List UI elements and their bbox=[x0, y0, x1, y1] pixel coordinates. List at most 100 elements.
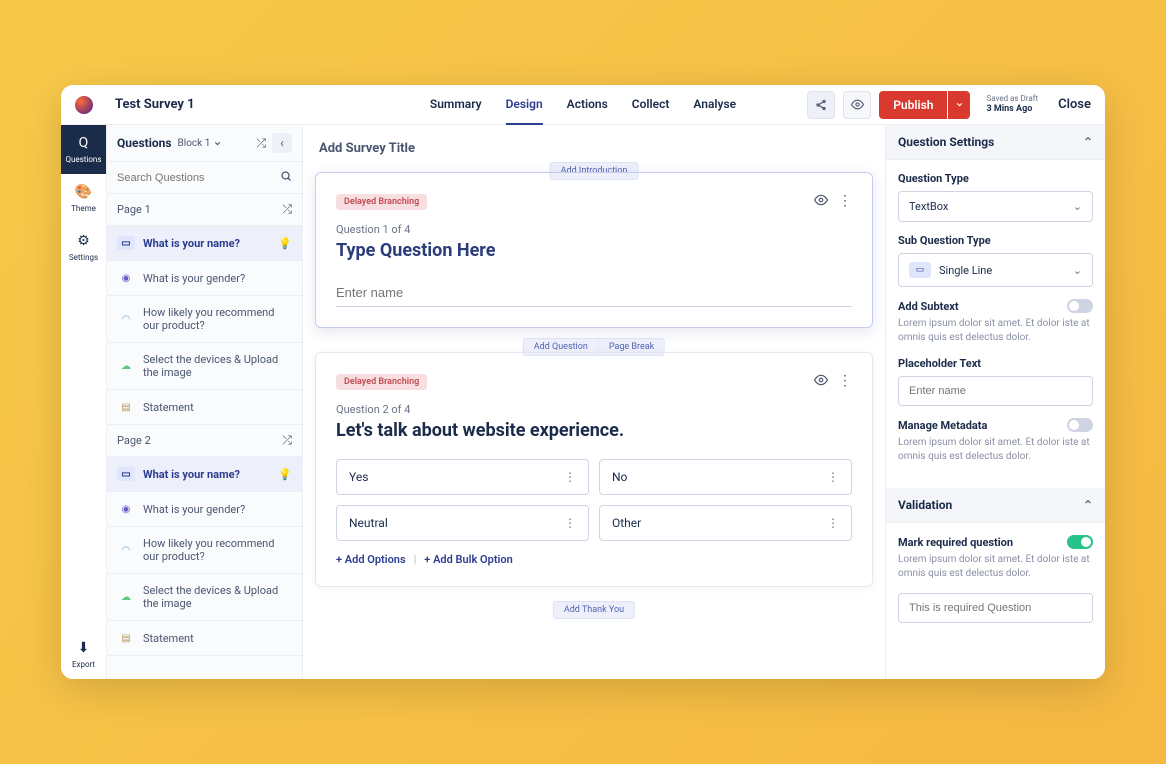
settings-header[interactable]: Question Settings ⌃ bbox=[886, 125, 1105, 160]
question-card-2[interactable]: Delayed Branching ⋮ Question 2 of 4 Let'… bbox=[315, 352, 873, 587]
chevron-down-icon: ⌄ bbox=[1073, 200, 1082, 213]
qtype-select[interactable]: TextBox ⌄ bbox=[898, 191, 1093, 222]
close-button[interactable]: Close bbox=[1058, 97, 1091, 112]
question-number: Question 2 of 4 bbox=[336, 403, 852, 416]
statement-icon: ▤ bbox=[117, 400, 135, 414]
metadata-toggle[interactable] bbox=[1067, 418, 1093, 432]
app-logo bbox=[75, 96, 93, 114]
shuffle-icon[interactable]: ⤮ bbox=[256, 136, 266, 151]
radio-icon: ◉ bbox=[117, 271, 135, 285]
option-item[interactable]: Neutral⋮ bbox=[336, 505, 589, 541]
question-item[interactable]: ◠ How likely you recommend our product? bbox=[107, 296, 302, 343]
eye-icon bbox=[814, 373, 828, 387]
header-actions: Publish Saved as Draft 3 Mins Ago Close bbox=[807, 91, 1091, 119]
collapse-sidebar[interactable]: ‹ bbox=[272, 133, 292, 153]
body: Q Questions 🎨 Theme ⚙ Settings ⬇ Export … bbox=[61, 125, 1105, 679]
survey-title-input[interactable]: Add Survey Title bbox=[319, 141, 869, 156]
question-item[interactable]: ◉ What is your gender? bbox=[107, 492, 302, 527]
option-menu[interactable]: ⋮ bbox=[827, 516, 839, 530]
bulb-icon: 💡 bbox=[278, 237, 292, 250]
question-item[interactable]: ☁ Select the devices & Upload the image bbox=[107, 343, 302, 390]
block-dropdown[interactable]: Block 1 bbox=[178, 138, 223, 149]
questions-icon: Q bbox=[79, 135, 89, 151]
preview-question[interactable] bbox=[814, 373, 828, 391]
rail-theme[interactable]: 🎨 Theme bbox=[61, 174, 106, 223]
required-toggle[interactable] bbox=[1067, 535, 1093, 549]
question-item[interactable]: ▤ Statement bbox=[107, 390, 302, 425]
chevron-down-icon: ⌄ bbox=[1073, 264, 1082, 277]
tab-design[interactable]: Design bbox=[506, 85, 543, 125]
question-number: Question 1 of 4 bbox=[336, 223, 852, 236]
rail-questions[interactable]: Q Questions bbox=[61, 125, 106, 174]
add-bulk-link[interactable]: + Add Bulk Option bbox=[424, 553, 512, 566]
page-header-1[interactable]: Page 1 ⤮ bbox=[107, 194, 302, 226]
sidebar-title: Questions bbox=[117, 136, 172, 150]
answer-input[interactable] bbox=[336, 279, 852, 307]
chevron-down-icon bbox=[213, 139, 222, 148]
shuffle-icon[interactable]: ⤮ bbox=[282, 202, 292, 217]
gauge-icon: ◠ bbox=[117, 312, 135, 326]
eye-icon bbox=[851, 98, 864, 111]
required-message-input[interactable] bbox=[898, 593, 1093, 623]
tab-collect[interactable]: Collect bbox=[632, 85, 670, 125]
rail-settings[interactable]: ⚙ Settings bbox=[61, 223, 106, 272]
question-menu[interactable]: ⋮ bbox=[838, 193, 852, 211]
question-title-input[interactable]: Type Question Here bbox=[336, 240, 852, 261]
subtype-select[interactable]: ▭ Single Line ⌄ bbox=[898, 253, 1093, 287]
radio-icon: ◉ bbox=[117, 502, 135, 516]
palette-icon: 🎨 bbox=[75, 184, 92, 200]
rail-export[interactable]: ⬇ Export bbox=[61, 630, 106, 679]
upload-icon: ☁ bbox=[117, 590, 135, 604]
option-menu[interactable]: ⋮ bbox=[564, 516, 576, 530]
required-label: Mark required question bbox=[898, 536, 1013, 549]
add-thankyou-button[interactable]: Add Thank You bbox=[553, 601, 635, 619]
eye-icon bbox=[814, 193, 828, 207]
chevron-up-icon: ⌃ bbox=[1083, 498, 1093, 512]
nav-tabs: Summary Design Actions Collect Analyse bbox=[430, 85, 736, 125]
search-icon[interactable] bbox=[280, 170, 292, 185]
question-item[interactable]: ▭ What is your name? 💡 bbox=[107, 226, 302, 261]
upload-icon: ☁ bbox=[117, 359, 135, 373]
placeholder-input[interactable] bbox=[898, 376, 1093, 406]
preview-question[interactable] bbox=[814, 193, 828, 211]
statement-icon: ▤ bbox=[117, 631, 135, 645]
question-item[interactable]: ◉ What is your gender? bbox=[107, 261, 302, 296]
placeholder-label: Placeholder Text bbox=[898, 357, 1093, 370]
question-item[interactable]: ▭ What is your name? 💡 bbox=[107, 457, 302, 492]
validation-header[interactable]: Validation ⌃ bbox=[886, 488, 1105, 523]
tab-analyse[interactable]: Analyse bbox=[693, 85, 736, 125]
question-item[interactable]: ◠ How likely you recommend our product? bbox=[107, 527, 302, 574]
chevron-up-icon: ⌃ bbox=[1083, 135, 1093, 149]
option-item[interactable]: Other⋮ bbox=[599, 505, 852, 541]
search-row bbox=[107, 162, 302, 194]
download-icon: ⬇ bbox=[78, 640, 90, 656]
question-item[interactable]: ▤ Statement bbox=[107, 621, 302, 656]
question-item[interactable]: ☁ Select the devices & Upload the image bbox=[107, 574, 302, 621]
subtext-hint: Lorem ipsum dolor sit amet. Et dolor ist… bbox=[898, 317, 1093, 345]
question-card-1[interactable]: Delayed Branching ⋮ Question 1 of 4 Type… bbox=[315, 172, 873, 328]
branching-badge: Delayed Branching bbox=[336, 194, 427, 210]
textbox-icon: ▭ bbox=[117, 467, 135, 481]
publish-dropdown[interactable] bbox=[948, 91, 970, 119]
question-title[interactable]: Let's talk about website experience. bbox=[336, 420, 852, 441]
add-options-link[interactable]: + Add Options bbox=[336, 553, 406, 566]
bulb-icon: 💡 bbox=[278, 468, 292, 481]
option-item[interactable]: Yes⋮ bbox=[336, 459, 589, 495]
single-line-icon: ▭ bbox=[909, 262, 931, 278]
preview-button[interactable] bbox=[843, 91, 871, 119]
chevron-down-icon bbox=[955, 100, 964, 109]
question-menu[interactable]: ⋮ bbox=[838, 373, 852, 391]
tab-summary[interactable]: Summary bbox=[430, 85, 482, 125]
option-item[interactable]: No⋮ bbox=[599, 459, 852, 495]
page-header-2[interactable]: Page 2 ⤮ bbox=[107, 425, 302, 457]
search-input[interactable] bbox=[117, 172, 280, 184]
tab-actions[interactable]: Actions bbox=[567, 85, 608, 125]
shuffle-icon[interactable]: ⤮ bbox=[282, 433, 292, 448]
publish-button[interactable]: Publish bbox=[879, 91, 947, 119]
app-window: Test Survey 1 Summary Design Actions Col… bbox=[61, 85, 1105, 679]
option-menu[interactable]: ⋮ bbox=[827, 470, 839, 484]
subtext-toggle[interactable] bbox=[1067, 299, 1093, 313]
option-menu[interactable]: ⋮ bbox=[564, 470, 576, 484]
subtext-label: Add Subtext bbox=[898, 300, 959, 313]
share-button[interactable] bbox=[807, 91, 835, 119]
